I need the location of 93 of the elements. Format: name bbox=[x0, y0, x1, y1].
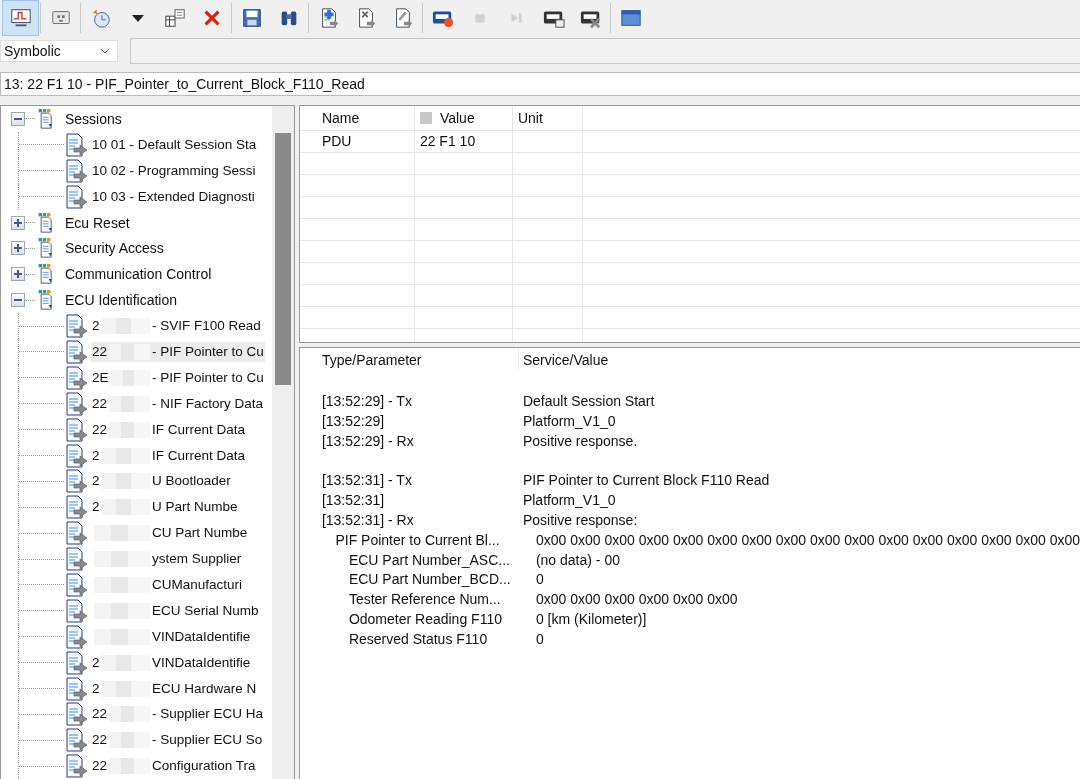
tree-item[interactable]: ECU Identification bbox=[65, 292, 178, 309]
square-icon bbox=[419, 112, 432, 124]
column-header[interactable]: Name bbox=[299, 106, 415, 130]
tree-item[interactable]: 10 01 - Default Session Sta bbox=[91, 135, 258, 155]
request-document-icon bbox=[64, 184, 88, 209]
request-document-icon bbox=[64, 521, 88, 546]
tree-item[interactable]: CUManufacturi bbox=[91, 574, 244, 595]
tree-item[interactable]: 22 - Supplier ECU Ha bbox=[91, 704, 265, 725]
tree-item[interactable]: 2 ECU Hardware N bbox=[91, 678, 258, 699]
trace-cell-text: Tester Reference Num... bbox=[347, 590, 502, 610]
tree-item[interactable]: Communication Control bbox=[65, 266, 212, 283]
request-document-icon bbox=[64, 572, 88, 597]
trace-cell-text: Positive response: bbox=[522, 511, 638, 530]
tree-item[interactable]: 22 IF Current Data bbox=[91, 419, 247, 440]
request-document-icon bbox=[64, 676, 88, 701]
table-cell: 22 F1 10 bbox=[414, 131, 513, 152]
tree-item[interactable]: Sessions bbox=[65, 110, 122, 127]
tree-item[interactable]: 22 - Supplier ECU So bbox=[91, 730, 264, 751]
trace-cell-text: 0x00 0x00 0x00 0x00 0x00 0x00 bbox=[534, 590, 738, 610]
tree-item[interactable]: 10 03 - Extended Diagnosti bbox=[91, 187, 256, 207]
trace-cell-text: [13:52:31] bbox=[321, 491, 386, 511]
column-header[interactable]: Value bbox=[414, 106, 513, 130]
scrollbar-thumb[interactable] bbox=[274, 133, 291, 385]
request-document-icon bbox=[64, 650, 88, 675]
trace-cell-text: 0 bbox=[534, 629, 544, 649]
tree-item[interactable]: ECU Serial Numb bbox=[91, 600, 260, 621]
request-document-icon bbox=[64, 132, 88, 157]
trace-cell-text: Platform_V1_0 bbox=[522, 411, 616, 431]
request-document-icon bbox=[64, 158, 88, 183]
trace-cell-text: Reserved Status F110 bbox=[347, 629, 489, 649]
mode-dropdown[interactable]: Symbolic bbox=[0, 40, 118, 62]
request-document-icon bbox=[64, 495, 88, 520]
tree-item[interactable]: 2 IF Current Data bbox=[91, 445, 247, 466]
column-header[interactable]: Type/Parameter bbox=[317, 348, 519, 372]
collapse-icon[interactable] bbox=[11, 293, 25, 308]
tree-item[interactable]: 22 - NIF Factory Data bbox=[91, 393, 265, 414]
caret-icon bbox=[131, 14, 144, 22]
tree-item[interactable]: 2 VINDataIdentifie bbox=[91, 652, 252, 673]
trace-cell-text: [13:52:29] - Rx bbox=[321, 431, 415, 451]
trace-cell-text: 0 [km (Kilometer)] bbox=[534, 609, 647, 629]
request-document-icon bbox=[64, 443, 88, 468]
trace-cell-text: [13:52:29] bbox=[321, 411, 386, 431]
tree-item[interactable]: CU Part Numbe bbox=[91, 523, 249, 544]
request-document-icon bbox=[64, 339, 88, 364]
tree-item[interactable]: 2 - SVIF F100 Read bbox=[91, 316, 262, 337]
request-document-icon bbox=[64, 728, 88, 753]
trace-cell-text: 0x00 0x00 0x00 0x00 0x00 0x00 0x00 0x00 0x00 0x00 0x00 0x00 0x00 0x00 0x00 0x00 bbox=[534, 530, 1080, 550]
trace-cell-text: 0 bbox=[534, 570, 544, 590]
request-document-icon bbox=[64, 417, 88, 442]
trace-cell-text: PIF Pointer to Current Bl... bbox=[334, 530, 501, 550]
tree-item[interactable]: Security Access bbox=[65, 240, 164, 257]
trace-cell-text: [13:52:31] - Rx bbox=[321, 511, 415, 530]
request-document-icon bbox=[64, 365, 88, 390]
window-icon bbox=[619, 7, 642, 29]
trace-cell-text: Odometer Reading F110 bbox=[347, 609, 503, 629]
save-icon bbox=[240, 7, 263, 29]
request-document-icon bbox=[64, 391, 88, 416]
trace-cell-text: Default Session Start bbox=[522, 392, 655, 411]
tree-item[interactable]: 2E - PIF Pointer to Cu bbox=[91, 367, 265, 388]
request-document-icon bbox=[64, 702, 88, 727]
request-document-icon bbox=[64, 624, 88, 649]
tree-item[interactable]: 22 Configuration Tra bbox=[91, 756, 257, 777]
request-document-icon bbox=[64, 598, 88, 623]
trace-cell-text: (no data) - 00 bbox=[534, 550, 620, 570]
expand-icon[interactable] bbox=[11, 267, 25, 282]
input-field[interactable] bbox=[130, 38, 1080, 64]
table-arrows-icon bbox=[163, 7, 186, 29]
expand-icon[interactable] bbox=[11, 241, 25, 256]
request-document-icon bbox=[64, 469, 88, 494]
trace-cell-text: PIF Pointer to Current Block F110 Read bbox=[522, 471, 770, 491]
monitor-button[interactable] bbox=[2, 0, 39, 36]
tree-item[interactable]: Ecu Reset bbox=[65, 214, 130, 231]
tree-item[interactable]: VINDataIdentifie bbox=[91, 626, 252, 647]
collapse-icon[interactable] bbox=[11, 111, 25, 126]
expand-icon[interactable] bbox=[11, 215, 25, 230]
trace-cell-text: ECU Part Number_BCD... bbox=[347, 570, 512, 590]
column-header[interactable]: Service/Value bbox=[518, 348, 609, 372]
column-header[interactable]: Unit bbox=[512, 106, 583, 130]
trace-cell: Platform_V1_0 bbox=[522, 491, 616, 511]
request-document-icon bbox=[64, 547, 88, 572]
request-path-field[interactable]: 13: 22 F1 10 - PIF_Pointer_to_Current_Block_F110_Read bbox=[0, 72, 1080, 96]
trace-cell-text: Positive response. bbox=[522, 431, 638, 451]
tree-item[interactable]: ystem Supplier bbox=[91, 549, 243, 570]
monitor-icon bbox=[9, 7, 32, 29]
tree-item[interactable]: 22 - PIF Pointer to Cu bbox=[91, 341, 265, 362]
tree-item[interactable]: 10 02 - Programming Sessi bbox=[91, 161, 257, 181]
table-cell: PDU bbox=[299, 131, 415, 152]
tree-item[interactable]: 2 U Bootloader bbox=[91, 471, 232, 492]
trace-cell-text: [13:52:31] - Tx bbox=[321, 471, 413, 491]
request-document-icon bbox=[64, 314, 88, 339]
trace-cell-text: ECU Part Number_ASC... bbox=[347, 550, 511, 570]
tree-item[interactable]: 2 U Part Numbe bbox=[91, 497, 239, 518]
trace-cell-text: [13:52:29] - Tx bbox=[321, 392, 413, 411]
